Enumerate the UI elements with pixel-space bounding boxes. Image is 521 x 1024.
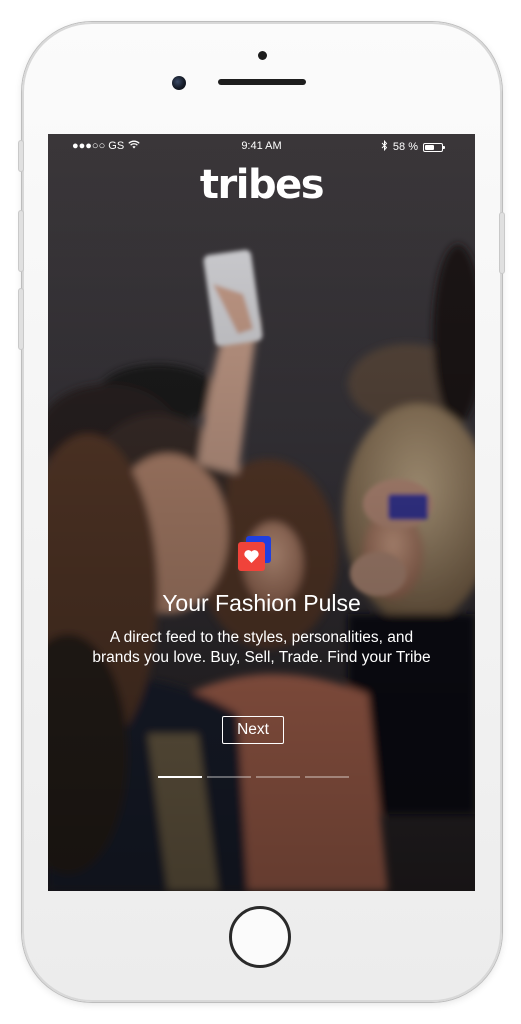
mute-switch — [18, 140, 24, 172]
earpiece-speaker — [218, 79, 306, 85]
battery-cap — [443, 145, 445, 149]
page-dot-3[interactable] — [256, 776, 300, 778]
heart-badge-icon — [235, 536, 273, 574]
page-dot-1[interactable] — [158, 776, 202, 778]
app-screen: ●●●○○ GS 9:41 AM 58 % tribes Your Fashio… — [48, 134, 475, 891]
status-bar: ●●●○○ GS 9:41 AM 58 % — [48, 134, 475, 158]
onboarding-description: A direct feed to the styles, personaliti… — [92, 629, 431, 666]
page-dot-2[interactable] — [207, 776, 251, 778]
status-right: 58 % — [381, 139, 445, 154]
front-camera — [172, 76, 186, 90]
battery-icon — [423, 142, 445, 152]
battery-fill — [425, 144, 434, 150]
onboarding-headline: Your Fashion Pulse — [162, 590, 361, 616]
volume-up-button — [18, 210, 24, 272]
page-dot-4[interactable] — [305, 776, 349, 778]
proximity-sensor — [258, 51, 267, 60]
next-button[interactable]: Next — [222, 716, 284, 744]
page-indicator — [158, 776, 349, 778]
app-logo: tribes — [199, 162, 325, 208]
home-button[interactable] — [229, 906, 291, 968]
power-button — [499, 212, 505, 274]
battery-percent: 58 % — [392, 141, 418, 153]
bluetooth-icon — [381, 139, 388, 154]
volume-down-button — [18, 288, 24, 350]
